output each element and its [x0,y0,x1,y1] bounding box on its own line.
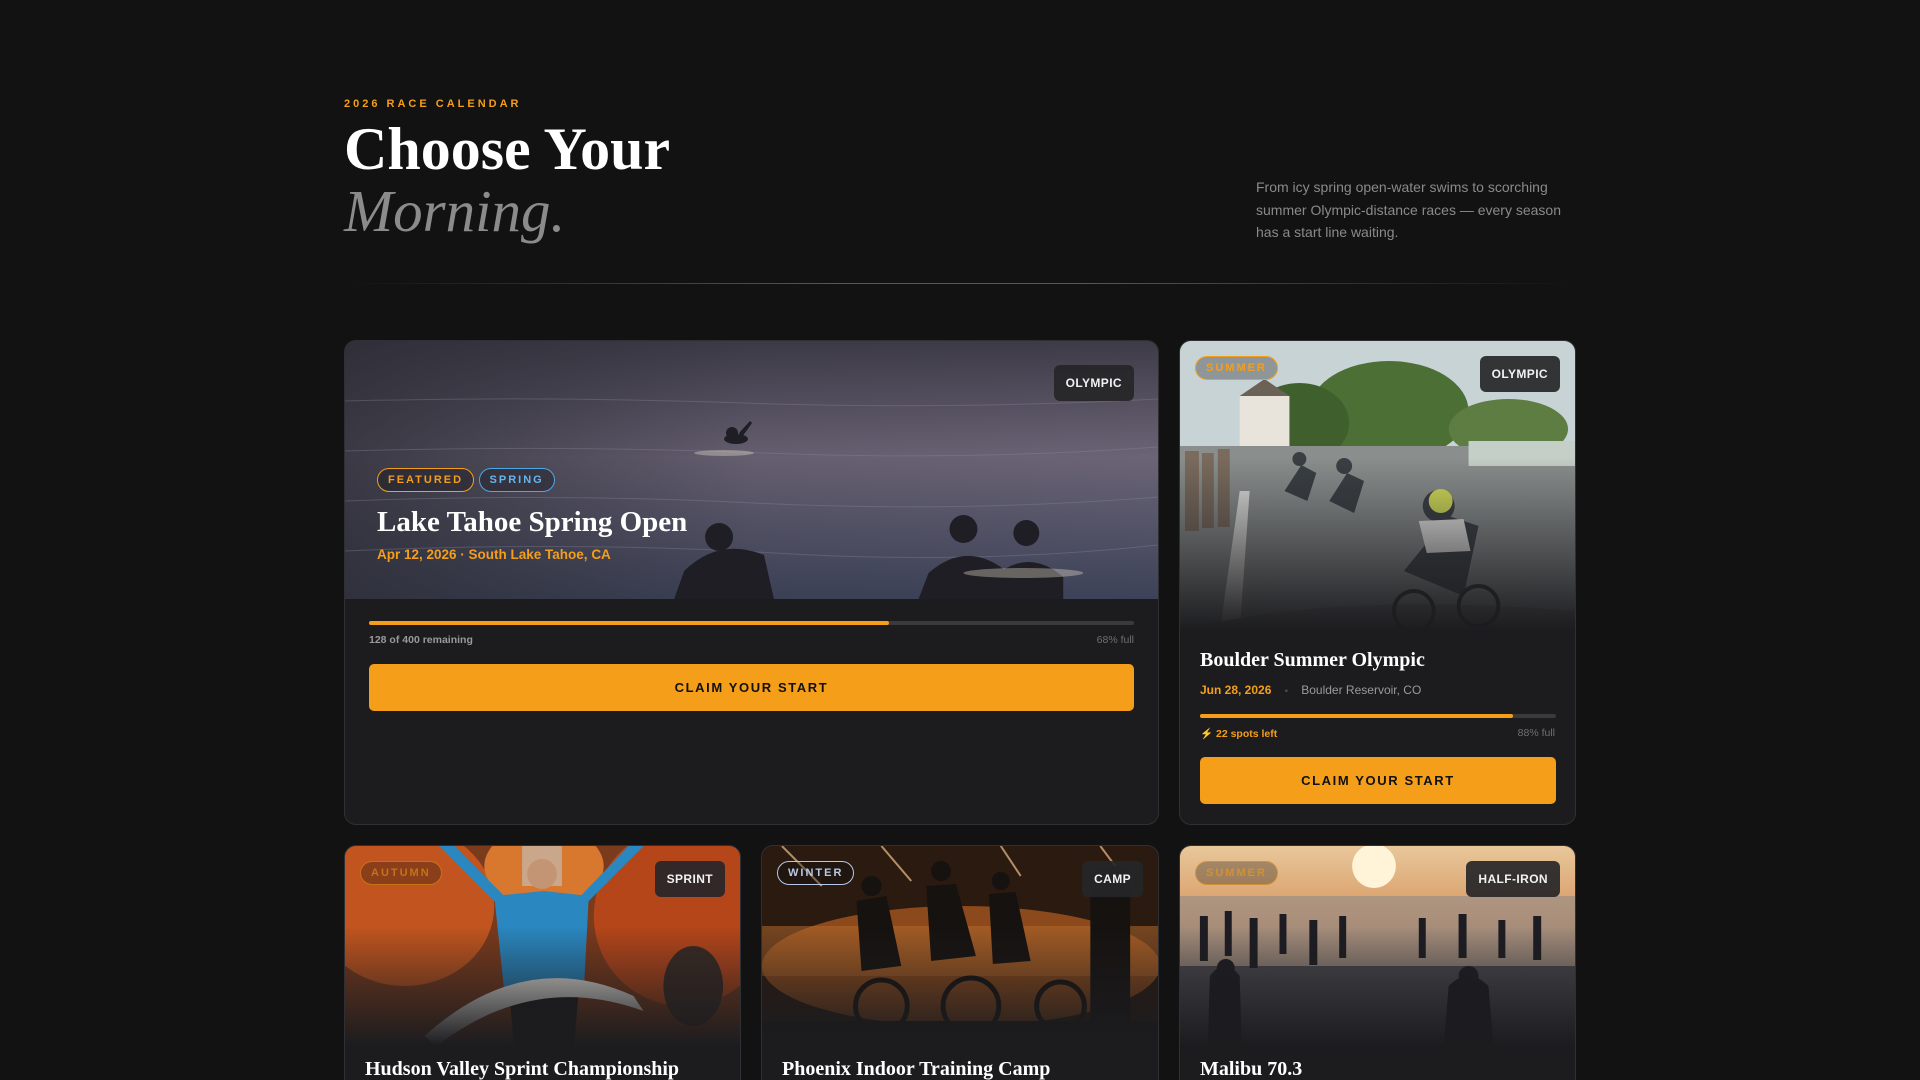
capacity-bar-fill [369,621,890,625]
claim-start-button[interactable]: CLAIM YOUR START [1200,757,1556,804]
eyebrow-label: 2026 RACE CALENDAR [344,98,522,110]
race-location: Boulder Reservoir, CO [1301,683,1422,697]
capacity-bar-fill [1200,714,1514,718]
capacity-bar [1200,714,1556,718]
race-card-boulder[interactable]: SUMMER OLYMPIC Boulder Summer Olympic Ju… [1179,340,1576,825]
race-card-malibu[interactable]: SUMMER HALF-IRON Malibu 70.3 [1179,845,1576,1080]
capacity-bar [369,621,1134,625]
race-title: Lake Tahoe Spring Open [377,506,688,538]
race-title: Hudson Valley Sprint Championship [365,1058,680,1080]
featured-tag: FEATURED [377,468,475,492]
image-shade [1180,457,1575,631]
meta-separator: • [1284,686,1288,696]
image-shade [345,926,740,1046]
distance-badge: CAMP [1082,861,1143,897]
intro-text: From icy spring open-water swims to scor… [1256,179,1561,240]
featured-tags: FEATURED SPRING [377,468,555,492]
race-title: Phoenix Indoor Training Camp [782,1058,1051,1080]
distance-badge: OLYMPIC [1053,365,1134,401]
page-title: Choose Your [344,116,671,182]
claim-start-button[interactable]: CLAIM YOUR START [369,664,1134,711]
season-tag-spring: SPRING [478,468,555,492]
race-card-lake-tahoe[interactable]: OLYMPIC FEATURED SPRING Lake Tahoe Sprin… [344,340,1159,825]
distance-badge: HALF-IRON [1466,861,1560,897]
page-title-italic: Morning. [344,178,566,244]
race-date: Jun 28, 2026 [1200,683,1272,697]
fill-percent: 88% full [1517,727,1555,739]
race-date-location: Apr 12, 2026 · South Lake Tahoe, CA [377,547,611,562]
race-card-hudson[interactable]: AUTUMN SPRINT Hudson Valley Sprint Champ… [344,845,741,1080]
fill-percent: 68% full [1096,634,1134,646]
race-title: Malibu 70.3 [1200,1058,1303,1080]
spots-left: ⚡ 22 spots left [1200,727,1277,740]
race-meta: Jun 28, 2026 • Boulder Reservoir, CO [1200,683,1421,697]
race-title: Boulder Summer Olympic [1200,649,1425,671]
distance-badge: OLYMPIC [1479,356,1560,392]
image-shade [762,926,1158,1046]
season-tag-summer: SUMMER [1195,861,1278,885]
image-shade [1180,926,1575,1046]
header-divider [344,283,1576,284]
season-tag-winter: WINTER [777,861,855,885]
season-tag-summer: SUMMER [1195,356,1278,380]
remaining-count: 128 of 400 remaining [369,634,473,646]
spots-left-text: 22 spots left [1216,728,1278,740]
lightning-icon: ⚡ [1200,728,1214,740]
race-card-phoenix[interactable]: WINTER CAMP Phoenix Indoor Training Camp [761,845,1159,1080]
distance-badge: SPRINT [654,861,725,897]
season-tag-autumn: AUTUMN [360,861,442,885]
